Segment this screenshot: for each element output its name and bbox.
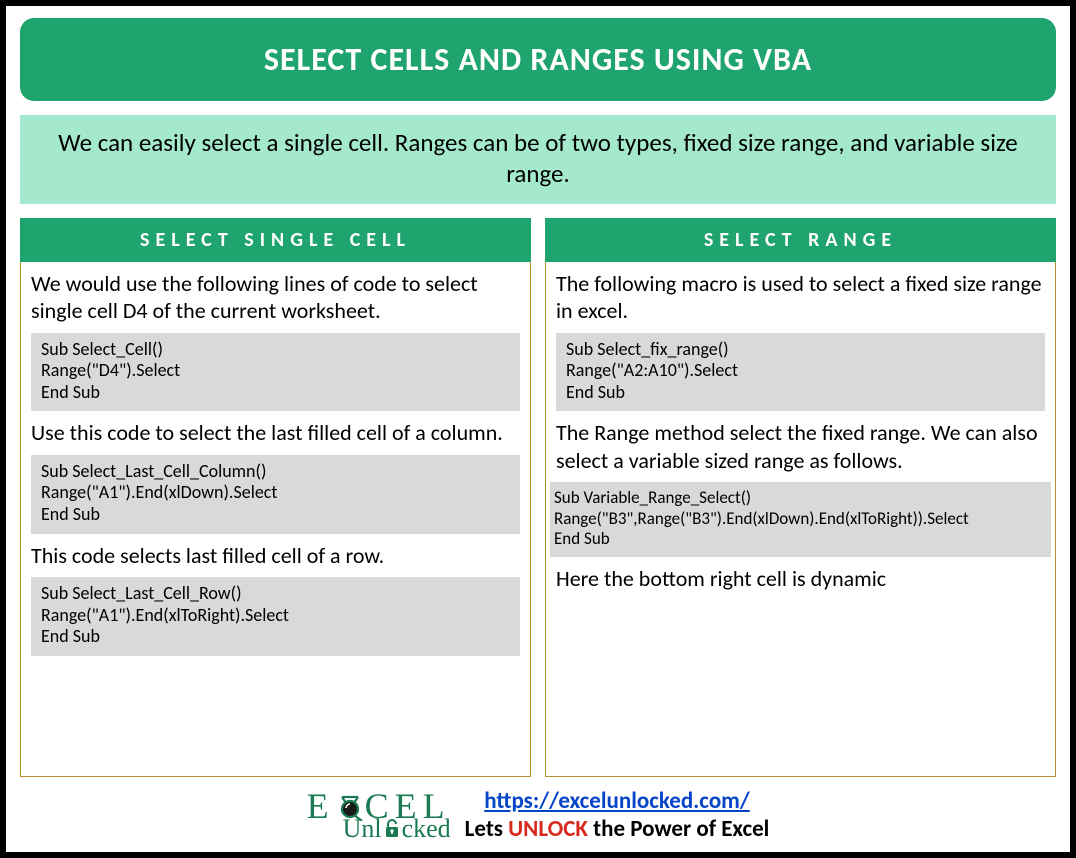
tagline-suffix: the Power of Excel — [588, 815, 769, 843]
left-code-2: Sub Select_Last_Cell_Column() Range("A1"… — [31, 455, 520, 534]
left-paragraph-1: We would use the following lines of code… — [31, 270, 520, 325]
left-code-3: Sub Select_Last_Cell_Row() Range("A1").E… — [31, 577, 520, 656]
footer: E CEL Unl — [20, 783, 1056, 845]
left-paragraph-2: Use this code to select the last filled … — [31, 419, 520, 447]
logo-bottom-text: Unl cked — [343, 818, 451, 840]
right-code-2: Sub Variable_Range_Select() Range("B3",R… — [550, 482, 1051, 557]
right-code-1: Sub Select_fix_range() Range("A2:A10").S… — [556, 333, 1045, 412]
tagline-prefix: Lets — [465, 815, 509, 843]
logo-cked: cked — [402, 818, 451, 840]
left-column: SELECT SINGLE CELL We would use the foll… — [20, 218, 531, 777]
logo-unl: Unl — [343, 818, 382, 840]
right-paragraph-3: Here the bottom right cell is dynamic — [556, 565, 1045, 593]
right-paragraph-2: The Range method select the fixed range.… — [556, 419, 1045, 474]
left-paragraph-3: This code selects last filled cell of a … — [31, 542, 520, 570]
logo-text-e: E — [307, 791, 335, 822]
left-column-body: We would use the following lines of code… — [21, 262, 530, 668]
right-column-body: The following macro is used to select a … — [546, 262, 1055, 603]
footer-text: https://excelunlocked.com/ Lets UNLOCK t… — [465, 787, 770, 845]
page-title: SELECT CELLS AND RANGES USING VBA — [20, 18, 1056, 101]
left-column-header: SELECT SINGLE CELL — [20, 218, 531, 262]
logo: E CEL Unl — [307, 791, 451, 840]
tagline-unlock: UNLOCK — [508, 815, 588, 843]
left-code-1: Sub Select_Cell() Range("D4").Select End… — [31, 333, 520, 412]
intro-text: We can easily select a single cell. Rang… — [20, 115, 1056, 204]
footer-tagline: Lets UNLOCK the Power of Excel — [465, 815, 770, 843]
right-column-header: SELECT RANGE — [545, 218, 1056, 262]
footer-link[interactable]: https://excelunlocked.com/ — [484, 787, 750, 815]
columns-container: SELECT SINGLE CELL We would use the foll… — [20, 218, 1056, 777]
lock-icon — [384, 819, 400, 839]
right-paragraph-1: The following macro is used to select a … — [556, 270, 1045, 325]
right-column: SELECT RANGE The following macro is used… — [545, 218, 1056, 777]
